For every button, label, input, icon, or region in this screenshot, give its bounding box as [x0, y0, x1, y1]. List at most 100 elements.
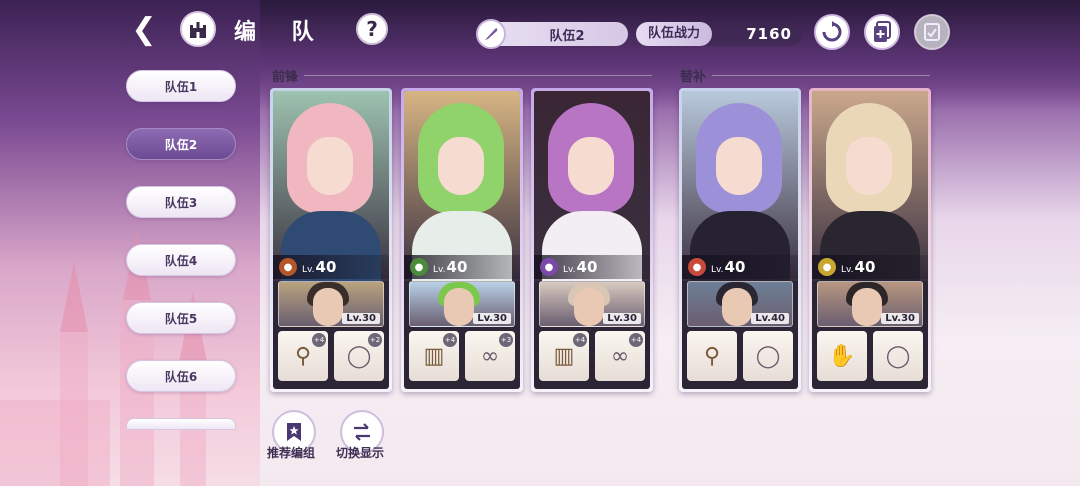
team-tab-4[interactable]: 队伍4 [126, 244, 236, 276]
equipment-slot-1[interactable]: ▥ +4 [539, 331, 589, 381]
support-level: Lv.30 [603, 313, 641, 324]
character-level: Lv.40 [841, 258, 876, 276]
question-icon: ? [366, 17, 378, 41]
element-icon: ● [279, 258, 297, 276]
back-arrow-icon: ❮ [131, 11, 157, 47]
support-character[interactable]: Lv.30 [409, 281, 515, 327]
support-level: Lv.40 [751, 313, 789, 324]
support-character[interactable]: Lv.30 [817, 281, 923, 327]
equipment-slot-1[interactable]: ⚲ +4 [278, 331, 328, 381]
support-level: Lv.30 [342, 313, 380, 324]
confirm-button[interactable] [914, 14, 950, 50]
team-tab-5[interactable]: 队伍5 [126, 302, 236, 334]
equipment-slot-1[interactable]: ⚲ [687, 331, 737, 381]
enhance-badge: +4 [629, 333, 643, 347]
help-button[interactable]: ? [356, 13, 388, 45]
element-icon: ● [540, 258, 558, 276]
enhance-badge: +4 [312, 333, 326, 347]
feather-icon [476, 19, 506, 49]
sub-section-label: 替补 [680, 70, 707, 85]
equipment-slot-2[interactable]: ◯ +2 [334, 331, 384, 381]
support-character[interactable]: Lv.30 [278, 281, 384, 327]
switch-display-label: 切换显示 [336, 446, 385, 460]
level-row: ● Lv.40 [812, 255, 928, 279]
element-icon: ● [818, 258, 836, 276]
page-title: 编 队 [234, 20, 328, 45]
equipment-slot-2[interactable]: ◯ [873, 331, 923, 381]
checklist-icon [924, 23, 940, 41]
element-icon: ● [410, 258, 428, 276]
character-card[interactable]: ● Lv.40 Lv.40 ⚲ ◯ [679, 88, 801, 392]
team-power-value: 7160 [746, 25, 792, 43]
front-section-divider [304, 75, 652, 76]
wand-icon: ⚲ [703, 343, 721, 369]
book-icon: ▥ [553, 343, 575, 369]
character-level: Lv.40 [563, 258, 598, 276]
current-team-label: 队伍2 [549, 28, 585, 44]
character-card[interactable]: ● Lv.40 Lv.30 ▥ +4 ∞ +4 [531, 88, 653, 392]
ring-icon: ◯ [755, 343, 781, 369]
equipment-slot-1[interactable]: ✋ [817, 331, 867, 381]
castle-icon [190, 22, 206, 38]
character-face [438, 137, 484, 195]
team-tab-6[interactable]: 队伍6 [126, 360, 236, 392]
character-card[interactable]: ● Lv.40 Lv.30 ✋ ◯ [809, 88, 931, 392]
team-tab-2[interactable]: 队伍2 [126, 128, 236, 160]
enhance-badge: +4 [573, 333, 587, 347]
home-button[interactable] [180, 11, 216, 47]
ring-icon: ◯ [346, 343, 372, 369]
card-inner: ● Lv.40 Lv.30 ✋ ◯ [812, 91, 928, 389]
ring-icon: ◯ [885, 343, 911, 369]
sub-section-divider [712, 75, 930, 76]
enhance-badge: +2 [368, 333, 382, 347]
character-portrait [812, 91, 928, 283]
level-row: ● Lv.40 [682, 255, 798, 279]
card-inner: ● Lv.40 Lv.30 ⚲ +4 ◯ +2 [273, 91, 389, 389]
back-button[interactable]: ❮ [126, 11, 162, 47]
character-portrait [682, 91, 798, 283]
level-row: ● Lv.40 [404, 255, 520, 279]
enhance-badge: +3 [499, 333, 513, 347]
enhance-badge: +4 [443, 333, 457, 347]
equipment-slot-2[interactable]: ◯ [743, 331, 793, 381]
team-tab-3[interactable]: 队伍3 [126, 186, 236, 218]
support-character[interactable]: Lv.40 [687, 281, 793, 327]
equipment-slot-2[interactable]: ∞ +3 [465, 331, 515, 381]
equipment-slot-1[interactable]: ▥ +4 [409, 331, 459, 381]
character-portrait [404, 91, 520, 283]
refresh-icon [822, 21, 842, 42]
recommend-team-label: 推荐编组 [267, 446, 316, 460]
level-row: ● Lv.40 [534, 255, 650, 279]
character-card[interactable]: ● Lv.40 Lv.30 ⚲ +4 ◯ +2 [270, 88, 392, 392]
support-face [313, 288, 343, 326]
swap-arrows-icon [354, 423, 370, 441]
copy-add-icon [874, 21, 891, 42]
level-row: ● Lv.40 [273, 255, 389, 279]
team-power: 队伍战力 7160 [636, 22, 802, 46]
character-face [307, 137, 353, 195]
support-character[interactable]: Lv.30 [539, 281, 645, 327]
character-portrait [273, 91, 389, 283]
support-face [444, 288, 474, 326]
character-face [716, 137, 762, 195]
character-face [846, 137, 892, 195]
character-level: Lv.40 [433, 258, 468, 276]
equipment-slot-2[interactable]: ∞ +4 [595, 331, 645, 381]
book-icon: ▥ [423, 343, 445, 369]
team-selector[interactable]: 队伍2 [476, 19, 628, 49]
team-tab-partial[interactable] [126, 418, 236, 430]
support-level: Lv.30 [881, 313, 919, 324]
earring-icon: ∞ [610, 343, 630, 369]
character-face [568, 137, 614, 195]
character-level: Lv.40 [302, 258, 337, 276]
copy-team-button[interactable] [864, 14, 900, 50]
refresh-button[interactable] [814, 14, 850, 50]
support-level: Lv.30 [473, 313, 511, 324]
card-inner: ● Lv.40 Lv.40 ⚲ ◯ [682, 91, 798, 389]
front-section-label: 前锋 [272, 70, 299, 85]
staff-icon: ⚲ [294, 343, 312, 369]
card-inner: ● Lv.40 Lv.30 ▥ +4 ∞ +3 [404, 91, 520, 389]
character-card[interactable]: ● Lv.40 Lv.30 ▥ +4 ∞ +3 [401, 88, 523, 392]
team-tab-1[interactable]: 队伍1 [126, 70, 236, 102]
element-icon: ● [688, 258, 706, 276]
